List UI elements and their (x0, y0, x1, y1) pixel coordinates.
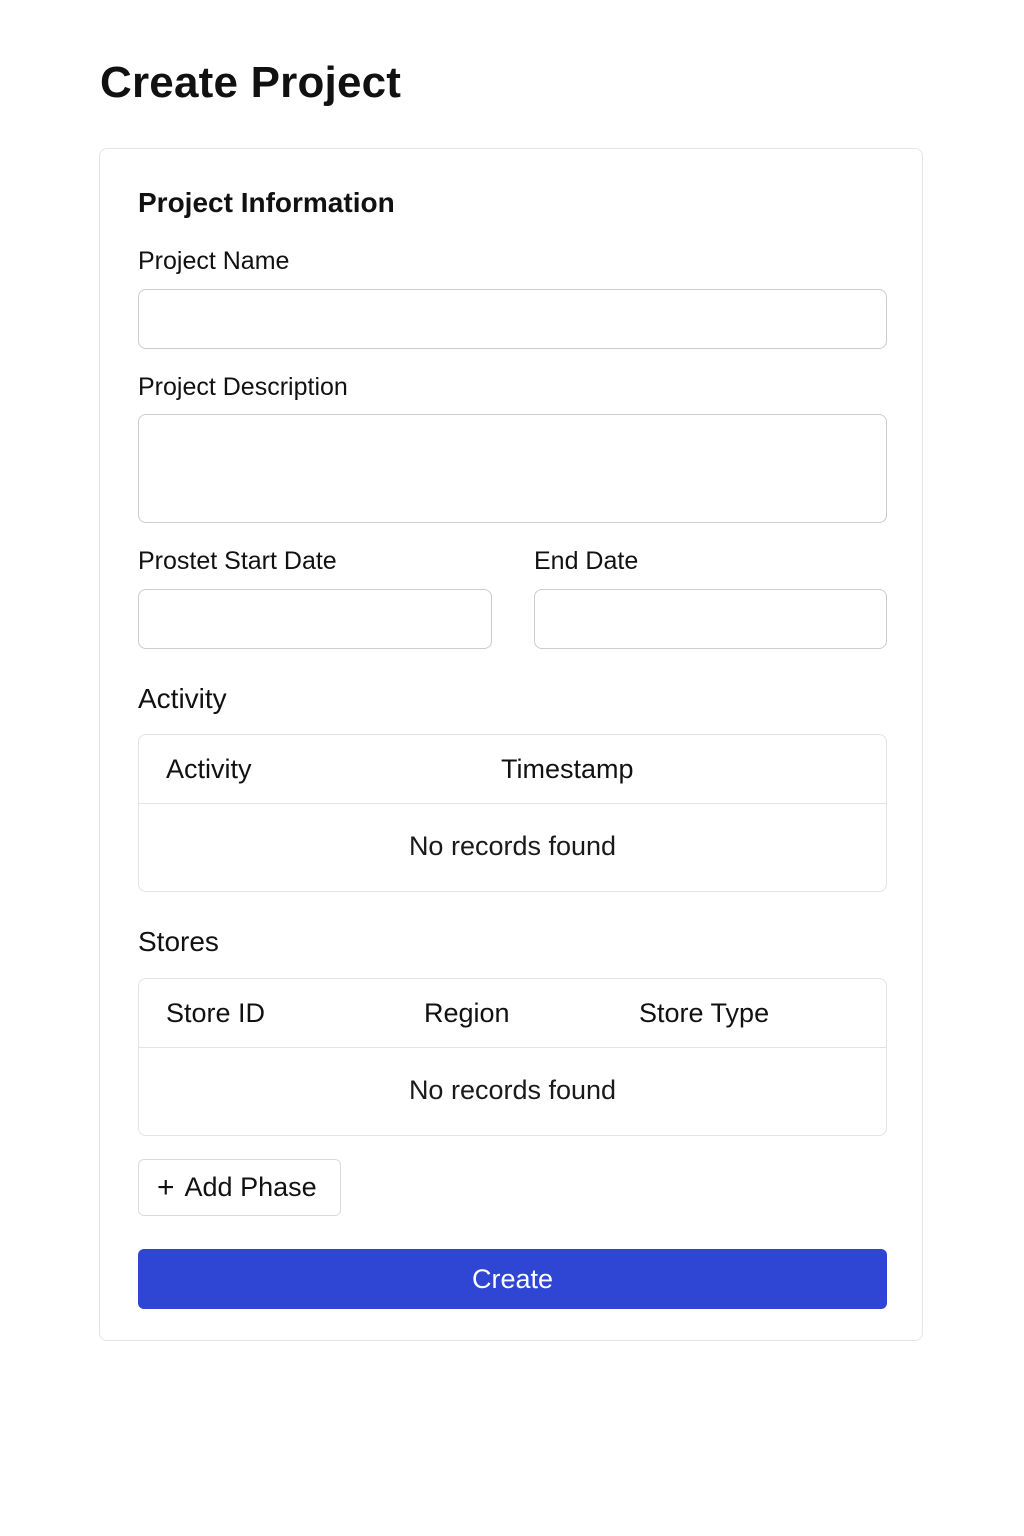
stores-table: Store ID Region Store Type No records fo… (138, 978, 887, 1136)
stores-heading: Stores (138, 926, 219, 957)
project-name-label: Project Name (138, 247, 290, 275)
create-project-page: Create Project Project Information Proje… (0, 0, 1024, 1536)
plus-icon: + (157, 1170, 175, 1204)
activity-table: Activity Timestamp No records found (138, 734, 887, 892)
stores-table-header: Store ID Region Store Type (139, 979, 886, 1048)
timestamp-column-header: Timestamp (501, 754, 634, 784)
project-description-textarea[interactable] (138, 414, 887, 523)
store-id-column-header: Store ID (166, 998, 266, 1028)
start-date-input[interactable] (138, 589, 492, 649)
add-phase-label: Add Phase (184, 1172, 317, 1202)
end-date-input[interactable] (534, 589, 887, 649)
project-name-input[interactable] (138, 289, 887, 349)
page-title: Create Project (100, 58, 402, 107)
project-description-label: Project Description (138, 373, 348, 401)
stores-empty-state: No records found (408, 1075, 617, 1105)
activity-heading: Activity (138, 683, 227, 714)
end-date-label: End Date (534, 547, 639, 575)
activity-table-header: Activity Timestamp (139, 735, 886, 804)
start-date-label: Prostet Start Date (138, 547, 337, 575)
project-form-card: Project Information Project Name Project… (99, 148, 923, 1341)
activity-column-header: Activity (166, 754, 252, 784)
project-information-heading: Project Information (138, 187, 395, 218)
region-column-header: Region (424, 998, 510, 1028)
store-type-column-header: Store Type (639, 998, 770, 1028)
activity-empty-state: No records found (408, 831, 617, 861)
create-button[interactable]: Create (138, 1249, 887, 1309)
add-phase-button[interactable]: + Add Phase (138, 1159, 341, 1216)
